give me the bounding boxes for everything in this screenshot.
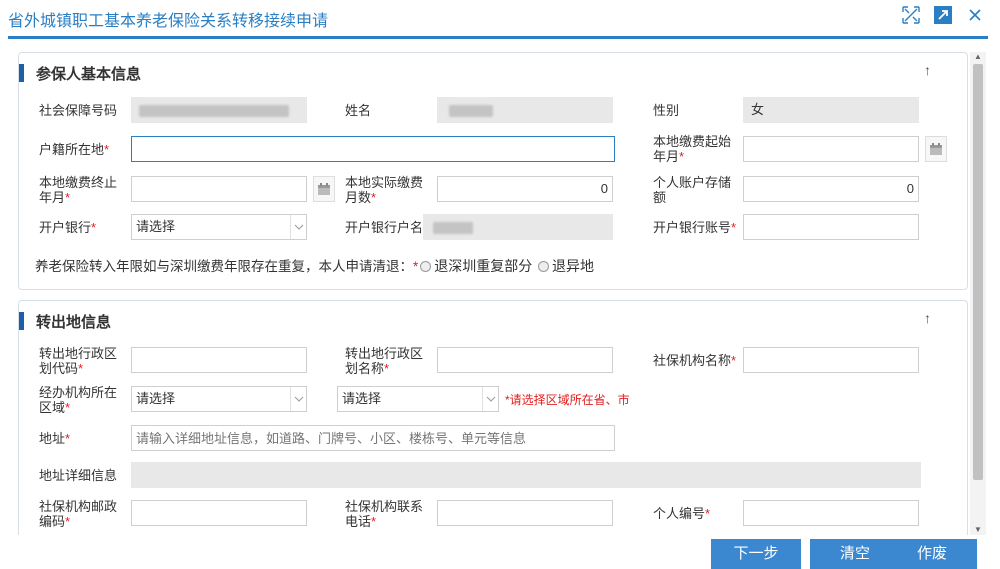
collapse-toggle-icon[interactable]: ↑ bbox=[924, 310, 931, 326]
province-select-value: 请选择 bbox=[136, 391, 176, 406]
ss-number-label: 社会保障号码 bbox=[39, 103, 118, 118]
header-divider bbox=[8, 36, 988, 39]
actual-months-label: 本地实际缴费 月数* bbox=[345, 175, 424, 205]
overlap-question: 养老保险转入年限如与深圳缴费年限存在重复，本人申请清退：* 退深圳重复部分 退异地 bbox=[35, 258, 595, 275]
scroll-thumb[interactable] bbox=[973, 64, 983, 480]
region-hint: *请选择区域所在省、市 bbox=[505, 393, 630, 407]
region-name-label: 转出地行政区 划名称* bbox=[345, 346, 424, 376]
region-code-label: 转出地行政区 划代码* bbox=[39, 346, 118, 376]
end-month-label: 本地缴费终止 年月* bbox=[39, 175, 118, 205]
dialog-title: 省外城镇职工基本养老保险关系转移接续申请 bbox=[8, 13, 329, 30]
address-detail-field bbox=[131, 462, 921, 488]
hukou-input[interactable] bbox=[131, 136, 615, 162]
scroll-up-arrow-icon[interactable]: ▲ bbox=[970, 52, 986, 62]
radio-refund-other[interactable] bbox=[538, 261, 550, 272]
ss-number-field bbox=[131, 97, 307, 123]
hukou-label: 户籍所在地* bbox=[39, 142, 110, 157]
start-month-label: 本地缴费起始 年月* bbox=[653, 134, 732, 164]
section-transfer-out-info: 转出地信息 ↑ 转出地行政区 划代码* 转出地行政区 划名称* 社保机构名称* 经办… bbox=[18, 300, 968, 540]
section-insured-basic-info: 参保人基本信息 ↑ 社会保障号码 姓名 性别 女 户籍所在地* 本地缴费起始 年月… bbox=[18, 52, 968, 290]
actual-months-input[interactable]: 0 bbox=[437, 176, 613, 202]
agency-phone-label: 社保机构联系 电话* bbox=[345, 499, 424, 529]
region-name-input[interactable] bbox=[437, 347, 613, 373]
redacted-value bbox=[433, 221, 473, 234]
agency-name-input[interactable] bbox=[743, 347, 919, 373]
city-select[interactable]: 请选择 bbox=[337, 386, 499, 412]
bank-account-name-label: 开户银行户名 bbox=[345, 220, 424, 235]
account-balance-input[interactable]: 0 bbox=[743, 176, 919, 202]
radio-refund-shenzhen[interactable] bbox=[420, 261, 432, 272]
bank-select[interactable]: 请选择 bbox=[131, 214, 307, 240]
agency-name-label: 社保机构名称* bbox=[653, 353, 737, 368]
personal-no-input[interactable] bbox=[743, 500, 919, 526]
next-step-button[interactable]: 下一步 bbox=[711, 539, 801, 569]
personal-no-label: 个人编号* bbox=[653, 506, 711, 521]
end-month-input[interactable] bbox=[131, 176, 307, 202]
name-label: 姓名 bbox=[345, 103, 372, 118]
bank-select-value: 请选择 bbox=[136, 219, 176, 234]
province-select[interactable]: 请选择 bbox=[131, 386, 307, 412]
calendar-icon[interactable] bbox=[313, 176, 335, 202]
section-bar bbox=[19, 64, 24, 82]
agency-phone-input[interactable] bbox=[437, 500, 613, 526]
section-bar bbox=[19, 312, 24, 330]
postcode-label: 社保机构邮政 编码* bbox=[39, 499, 118, 529]
redacted-value bbox=[139, 104, 289, 117]
account-balance-label: 个人账户存储额 bbox=[653, 175, 732, 205]
open-external-icon[interactable] bbox=[932, 4, 954, 26]
calendar-icon[interactable] bbox=[925, 136, 947, 162]
postcode-input[interactable] bbox=[131, 500, 307, 526]
name-field bbox=[437, 97, 613, 123]
bank-account-no-label: 开户银行账号* bbox=[653, 220, 737, 235]
agency-region-label: 经办机构所在 区域* bbox=[39, 385, 118, 415]
chevron-down-icon[interactable] bbox=[482, 387, 498, 411]
void-button[interactable]: 作废 bbox=[887, 539, 977, 569]
radio-label: 退异地 bbox=[552, 258, 595, 274]
bank-label: 开户银行* bbox=[39, 220, 97, 235]
fullscreen-icon[interactable] bbox=[900, 4, 922, 26]
address-detail-label: 地址详细信息 bbox=[39, 468, 118, 483]
dialog-header: 省外城镇职工基本养老保险关系转移接续申请 bbox=[0, 0, 1000, 34]
close-icon[interactable] bbox=[964, 4, 986, 26]
scroll-down-arrow-icon[interactable]: ▼ bbox=[970, 525, 986, 535]
gender-field: 女 bbox=[743, 97, 919, 123]
bank-account-name-field bbox=[423, 214, 613, 240]
redacted-value bbox=[449, 104, 493, 117]
city-select-value: 请选择 bbox=[342, 391, 382, 406]
chevron-down-icon[interactable] bbox=[290, 387, 306, 411]
start-month-input[interactable] bbox=[743, 136, 919, 162]
collapse-toggle-icon[interactable]: ↑ bbox=[924, 62, 931, 78]
address-input[interactable] bbox=[131, 425, 615, 451]
gender-label: 性别 bbox=[653, 103, 680, 118]
region-code-input[interactable] bbox=[131, 347, 307, 373]
bank-account-no-input[interactable] bbox=[743, 214, 919, 240]
section-title: 转出地信息 bbox=[36, 313, 112, 331]
section-title: 参保人基本信息 bbox=[36, 65, 142, 83]
radio-label: 退深圳重复部分 bbox=[434, 258, 533, 274]
address-label: 地址* bbox=[39, 431, 71, 446]
vertical-scrollbar[interactable]: ▲ ▼ bbox=[970, 52, 986, 535]
chevron-down-icon[interactable] bbox=[290, 215, 306, 239]
